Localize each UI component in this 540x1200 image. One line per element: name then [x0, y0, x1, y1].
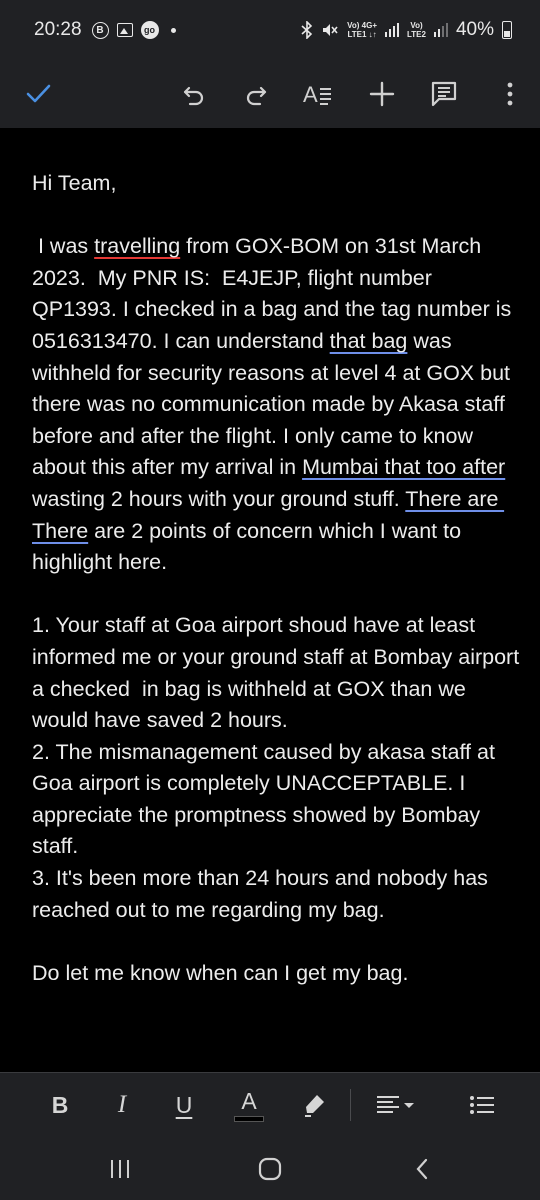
b-notification-icon: B: [91, 21, 109, 39]
underline-button[interactable]: U: [168, 1082, 200, 1128]
more-notifications-dot-icon: [170, 27, 176, 33]
system-nav-bar: [0, 1138, 540, 1200]
status-right: Vo) 4G+ LTE1 ↓↑ Vo) LTE2 40%: [301, 19, 512, 41]
home-icon[interactable]: [240, 1146, 300, 1192]
image-notification-icon: [116, 23, 133, 37]
text-run[interactable]: I was: [32, 234, 94, 258]
more-vert-icon[interactable]: [486, 70, 534, 118]
text-color-swatch: [234, 1116, 264, 1122]
add-icon[interactable]: [358, 70, 406, 118]
paragraph-main[interactable]: I was travelling from GOX-BOM on 31st Ma…: [32, 231, 522, 579]
back-icon[interactable]: [392, 1146, 452, 1192]
sim1-signal-icon: [385, 23, 399, 37]
check-icon[interactable]: [14, 70, 62, 118]
align-icon[interactable]: [370, 1082, 422, 1128]
spellcheck-word[interactable]: travelling: [94, 234, 180, 258]
greeting-line[interactable]: Hi Team,: [32, 168, 522, 200]
status-bar: 20:28 B go Vo) 4G+ LTE1 ↓↑ Vo) LTE2 40%: [0, 0, 540, 60]
go-notification-icon: go: [140, 21, 159, 39]
toolbar-divider: [350, 1089, 351, 1121]
grammar-suggestion[interactable]: that bag: [330, 329, 408, 353]
editor-toolbar: A: [0, 60, 540, 128]
italic-button[interactable]: I: [106, 1082, 138, 1128]
text-format-icon[interactable]: A: [294, 70, 342, 118]
svg-text:A: A: [303, 82, 318, 107]
sim1-network-label: Vo) 4G+ LTE1 ↓↑: [347, 21, 377, 39]
point-2[interactable]: 2. The mismanagement caused by akasa sta…: [32, 737, 522, 863]
mute-icon: [323, 24, 338, 36]
bold-button[interactable]: B: [44, 1082, 76, 1128]
list-icon[interactable]: [460, 1082, 504, 1128]
text-run[interactable]: are 2 points of concern which I want to …: [32, 519, 467, 575]
closing-line[interactable]: Do let me know when can I get my bag.: [32, 958, 522, 990]
battery-icon: [502, 21, 512, 39]
status-left: 20:28 B go: [34, 19, 176, 41]
text-color-button[interactable]: A: [232, 1082, 266, 1128]
sim2-signal-icon: [433, 23, 448, 37]
redo-icon[interactable]: [232, 70, 280, 118]
bluetooth-icon: [301, 21, 313, 39]
battery-percentage: 40%: [455, 19, 494, 40]
document-body[interactable]: Hi Team, I was travelling from GOX-BOM o…: [32, 168, 522, 989]
comment-icon[interactable]: [420, 70, 468, 118]
grammar-suggestion[interactable]: Mumbai that too after: [302, 455, 505, 479]
recent-apps-icon[interactable]: [90, 1146, 150, 1192]
point-1[interactable]: 1. Your staff at Goa airport shoud have …: [32, 610, 522, 736]
text-color-label: A: [241, 1088, 257, 1114]
sim2-network-label: Vo) LTE2: [407, 21, 426, 39]
format-toolbar: B I U A: [0, 1072, 540, 1138]
undo-icon[interactable]: [170, 70, 218, 118]
status-time: 20:28: [34, 19, 82, 40]
point-3[interactable]: 3. It's been more than 24 hours and nobo…: [32, 863, 522, 926]
highlight-icon[interactable]: [294, 1082, 334, 1128]
